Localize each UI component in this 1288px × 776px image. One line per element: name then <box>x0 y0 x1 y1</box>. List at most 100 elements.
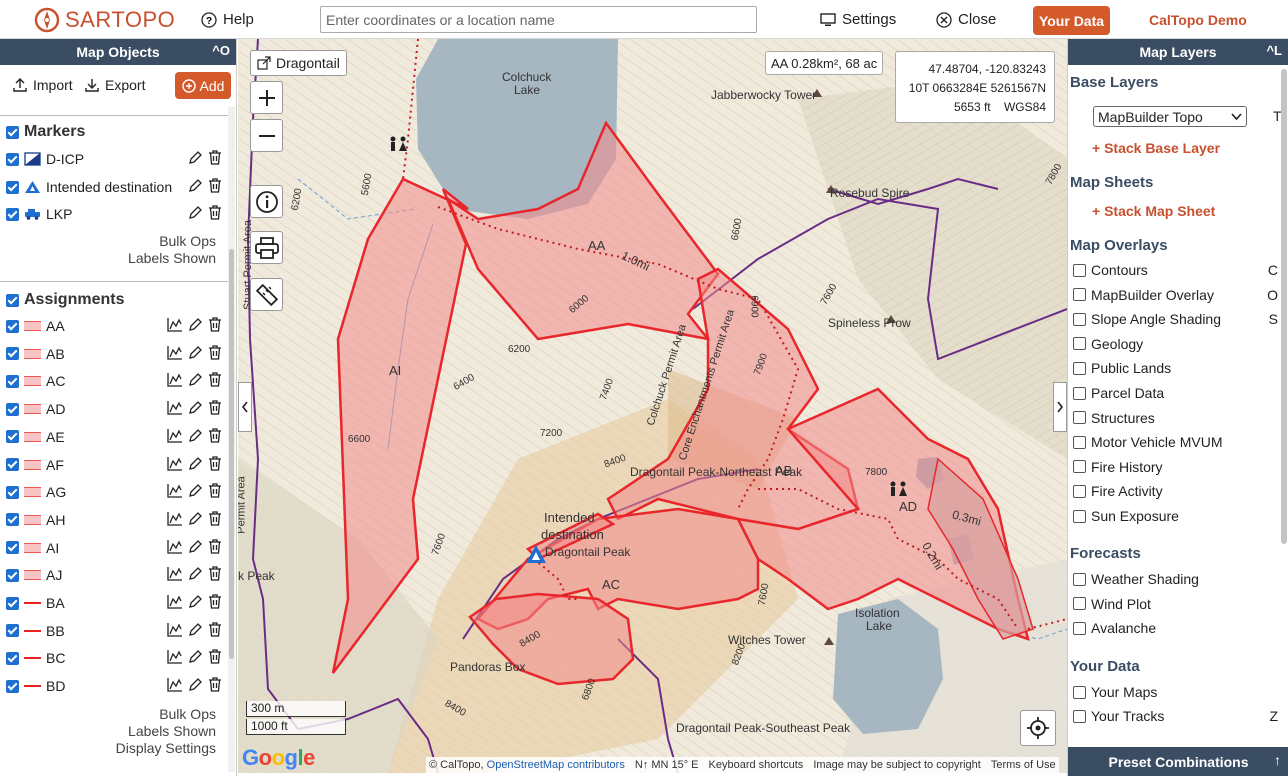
overlay-checkbox[interactable] <box>1073 411 1086 425</box>
close-button[interactable]: Close <box>936 11 996 28</box>
trash-icon[interactable] <box>208 345 222 360</box>
marker-row[interactable]: Intended destination <box>6 176 222 198</box>
pencil-icon[interactable] <box>188 456 203 471</box>
forecast-checkbox[interactable] <box>1073 597 1086 610</box>
pencil-icon[interactable] <box>188 622 203 637</box>
trash-icon[interactable] <box>208 511 222 526</box>
pencil-icon[interactable] <box>188 677 203 692</box>
assignments-labels-shown-link[interactable]: Labels Shown <box>116 723 216 740</box>
map-canvas[interactable] <box>238 39 1067 773</box>
overlay-item[interactable]: Parcel Data <box>1073 385 1278 401</box>
overlay-item[interactable]: Contours C <box>1073 262 1278 278</box>
overlay-checkbox[interactable] <box>1073 435 1086 449</box>
zoom-out-button[interactable] <box>250 119 283 152</box>
pencil-icon[interactable] <box>188 317 203 332</box>
overlay-item[interactable]: Structures <box>1073 410 1278 426</box>
dragontail-sheet-button[interactable]: Dragontail <box>250 50 347 76</box>
your-data-item[interactable]: Your Tracks Z <box>1073 708 1278 724</box>
pencil-icon[interactable] <box>188 649 203 664</box>
pencil-icon[interactable] <box>188 150 203 165</box>
profile-chart-icon[interactable] <box>167 566 183 581</box>
trash-icon[interactable] <box>208 205 222 220</box>
pencil-icon[interactable] <box>188 539 203 554</box>
profile-chart-icon[interactable] <box>167 400 183 415</box>
assignment-row[interactable]: AE <box>6 426 222 448</box>
marker-checkbox[interactable] <box>6 152 19 166</box>
assignment-checkbox[interactable] <box>6 513 19 527</box>
overlay-checkbox[interactable] <box>1073 460 1086 474</box>
pencil-icon[interactable] <box>188 400 203 415</box>
export-button[interactable]: Export <box>84 77 145 93</box>
assignment-row[interactable]: AF <box>6 454 222 476</box>
forecast-checkbox[interactable] <box>1073 572 1086 586</box>
collapse-layers-control[interactable]: ^L <box>1266 43 1282 58</box>
overlay-item[interactable]: Slope Angle Shading S <box>1073 311 1278 327</box>
trash-icon[interactable] <box>208 150 222 165</box>
trash-icon[interactable] <box>208 428 222 443</box>
overlay-item[interactable]: Motor Vehicle MVUM <box>1073 434 1278 450</box>
display-settings-link[interactable]: Display Settings <box>116 740 216 757</box>
pencil-icon[interactable] <box>188 483 203 498</box>
layers-scrollbar-thumb[interactable] <box>1281 69 1287 544</box>
assignment-row[interactable]: AC <box>6 370 222 392</box>
terms-of-use-link[interactable]: Terms of Use <box>991 759 1056 771</box>
marker-row[interactable]: D-ICP <box>6 148 222 170</box>
collapse-right-panel-button[interactable] <box>1053 382 1067 432</box>
overlay-checkbox[interactable] <box>1073 288 1086 302</box>
topo-map[interactable]: Colchuck Lake Jabberwocky Tower Rosebud … <box>238 39 1067 773</box>
assignment-checkbox[interactable] <box>6 347 19 361</box>
marker-row[interactable]: LKP <box>6 203 222 225</box>
assignment-checkbox[interactable] <box>6 319 19 333</box>
preset-combinations-bar[interactable]: Preset Combinations ↑ <box>1068 747 1288 776</box>
pencil-icon[interactable] <box>188 372 203 387</box>
trash-icon[interactable] <box>208 400 222 415</box>
assignment-checkbox[interactable] <box>6 624 19 638</box>
sartopo-logo[interactable]: SARTOPO <box>34 7 175 33</box>
profile-chart-icon[interactable] <box>167 317 183 332</box>
trash-icon[interactable] <box>208 649 222 665</box>
settings-button[interactable]: Settings <box>820 11 896 28</box>
trash-icon[interactable] <box>208 455 222 471</box>
overlay-checkbox[interactable] <box>1073 484 1086 498</box>
assignment-checkbox[interactable] <box>6 568 19 582</box>
overlay-item[interactable]: Geology <box>1073 336 1278 352</box>
assignments-section-header[interactable]: Assignments <box>6 291 124 309</box>
your-data-item[interactable]: Your Maps <box>1073 684 1278 700</box>
collapse-left-panel-button[interactable] <box>238 382 252 432</box>
measure-button[interactable] <box>250 278 283 311</box>
profile-chart-icon[interactable] <box>167 483 183 498</box>
profile-chart-icon[interactable] <box>167 539 183 554</box>
pencil-icon[interactable] <box>188 205 203 220</box>
forecast-item[interactable]: Weather Shading <box>1073 571 1278 587</box>
trash-icon[interactable] <box>208 178 222 193</box>
overlay-item[interactable]: Sun Exposure <box>1073 508 1278 524</box>
your-data-checkbox[interactable] <box>1073 685 1086 699</box>
profile-chart-icon[interactable] <box>167 345 183 360</box>
your-data-button[interactable]: Your Data <box>1033 6 1110 35</box>
help-button[interactable]: ? Help <box>201 11 254 28</box>
assignment-row[interactable]: AG <box>6 481 222 503</box>
assignment-row[interactable]: BC <box>6 647 222 669</box>
assignment-checkbox[interactable] <box>6 458 19 471</box>
location-search-input[interactable] <box>320 6 757 33</box>
preset-expand-arrow[interactable]: ↑ <box>1274 752 1281 768</box>
osm-attribution-link[interactable]: OpenStreetMap contributors <box>487 759 625 771</box>
trash-icon[interactable] <box>208 483 222 498</box>
intended-destination-marker-icon[interactable] <box>525 544 547 564</box>
forecast-item[interactable]: Avalanche <box>1073 620 1278 636</box>
forecast-item[interactable]: Wind Plot <box>1073 596 1278 612</box>
caltopo-demo-link[interactable]: CalTopo Demo <box>1149 12 1247 28</box>
overlay-checkbox[interactable] <box>1073 263 1086 277</box>
trash-icon[interactable] <box>208 566 222 581</box>
assignment-checkbox[interactable] <box>6 679 19 693</box>
print-button[interactable] <box>250 231 283 264</box>
pencil-icon[interactable] <box>188 511 203 526</box>
assignment-row[interactable]: AA <box>6 315 222 337</box>
assignment-row[interactable]: AB <box>6 343 222 365</box>
assignment-row[interactable]: BA <box>6 592 222 614</box>
info-button[interactable] <box>250 185 283 218</box>
zoom-in-button[interactable] <box>250 81 283 114</box>
assignment-checkbox[interactable] <box>6 596 19 610</box>
assignment-checkbox[interactable] <box>6 541 19 555</box>
pencil-icon[interactable] <box>188 345 203 360</box>
